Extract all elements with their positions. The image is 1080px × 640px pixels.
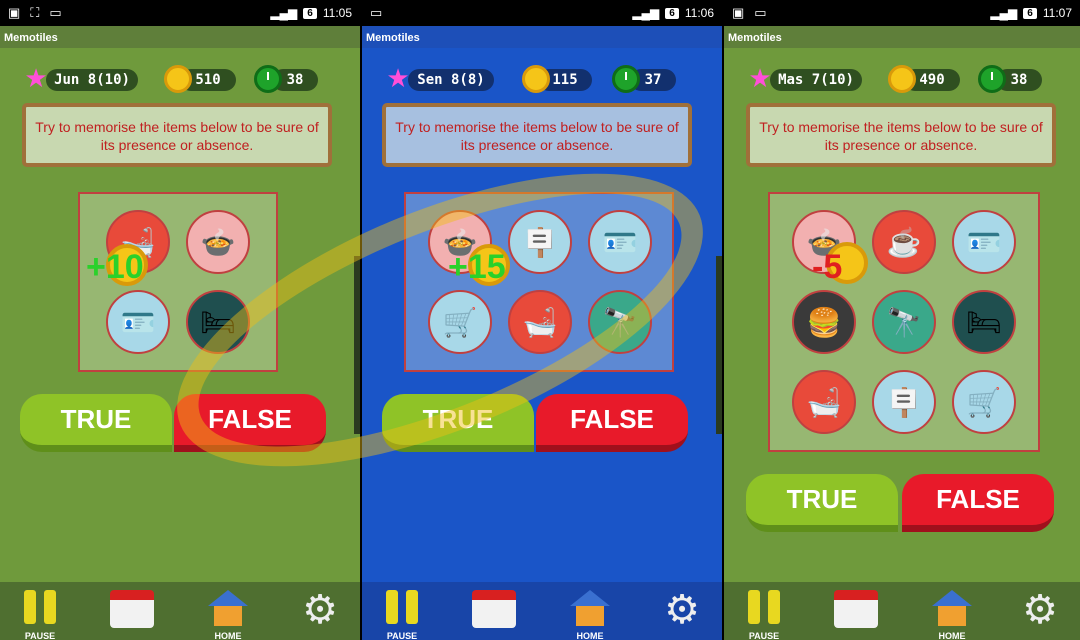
stroller-icon: 🛒 [428,290,492,354]
image-icon: ▣ [8,5,21,20]
status-bar: ▭ ▂▄▆ 6 11:06 [362,0,722,26]
home-button[interactable]: HOME [928,590,976,640]
id-card-icon: 🪪 [952,210,1016,274]
message-icon: ▭ [370,5,383,20]
clock-icon [612,65,640,93]
bathtub-icon: 🛁 [792,370,856,434]
coin-icon [164,65,192,93]
gear-icon: ⚙ [302,588,338,632]
binoculars-icon: 🔭 [588,290,652,354]
clock-icon [254,65,282,93]
signal-icon: ▂▄▆ [270,6,298,20]
signal-icon: ▂▄▆ [632,6,660,20]
message-icon: ▭ [49,5,62,20]
scroll-handle[interactable] [716,256,722,434]
clock-icon [978,65,1006,93]
shop-button[interactable] [470,590,518,636]
clock-text: 11:06 [684,6,714,20]
pause-icon [386,590,418,626]
message-icon: ▭ [754,5,767,20]
stroller-icon: 🛒 [952,370,1016,434]
bottom-nav: PAUSE HOME ⚙ [724,582,1080,640]
status-bar: ▣ ⛶ ▭ ▂▄▆ 6 11:05 [0,0,360,26]
battery-indicator: 6 [1023,7,1037,19]
home-button[interactable]: HOME [566,590,614,640]
image-icon: ▣ [732,5,745,20]
home-icon [570,590,610,626]
level-indicator: Mas 7(10) [770,69,862,91]
id-card-icon: 🪪 [588,210,652,274]
scroll-handle[interactable] [354,256,360,434]
shop-icon [834,590,878,628]
clock-text: 11:05 [322,6,352,20]
shop-icon [110,590,154,628]
pause-icon [24,590,56,626]
signpost-icon: 🪧 [508,210,572,274]
settings-button[interactable]: ⚙ [658,590,706,636]
pause-button[interactable]: PAUSE [378,590,426,640]
app-title: Memotiles [0,26,360,48]
instruction-box: Try to memorise the items below to be su… [746,103,1056,167]
stats-bar: ★ Sen 8(8) 115 37 [384,64,710,94]
cooking-pot-icon: 🍲 [186,210,250,274]
coin-icon [888,65,916,93]
pause-button[interactable]: PAUSE [740,590,788,640]
home-button[interactable]: HOME [204,590,252,640]
false-button[interactable]: FALSE [174,394,326,452]
false-button[interactable]: FALSE [536,394,688,452]
settings-button[interactable]: ⚙ [296,590,344,636]
bottom-nav: PAUSE HOME ⚙ [0,582,360,640]
shop-button[interactable] [108,590,156,636]
gear-icon: ⚙ [664,588,700,632]
app-title: Memotiles [724,26,1080,48]
coffee-machine-icon: ☕ [872,210,936,274]
burger-icon: 🍔 [792,290,856,354]
settings-button[interactable]: ⚙ [1016,590,1064,636]
home-icon [208,590,248,626]
pause-button[interactable]: PAUSE [16,590,64,640]
false-button[interactable]: FALSE [902,474,1054,532]
level-indicator: Sen 8(8) [408,69,494,91]
true-button[interactable]: TRUE [382,394,534,452]
gear-icon: ⚙ [1022,588,1058,632]
stats-bar: ★ Jun 8(10) 510 38 [22,64,348,94]
stats-bar: ★ Mas 7(10) 490 38 [746,64,1068,94]
clock-text: 11:07 [1042,6,1072,20]
coin-icon [522,65,550,93]
screen-panel-3: ▣ ▭ ▂▄▆ 6 11:07 Memotiles ★ Mas 7(10) 490 3… [724,0,1080,640]
pause-icon [748,590,780,626]
instruction-box: Try to memorise the items below to be su… [22,103,332,167]
bed-icon: 🛏 [186,290,250,354]
app-title: Memotiles [362,26,722,48]
shop-icon [472,590,516,628]
bathtub-icon: 🛁 [508,290,572,354]
tile-grid: 🍲 ☕ 🪪 🍔 🔭 🛏 🛁 🪧 🛒 [768,192,1040,452]
true-button[interactable]: TRUE [746,474,898,532]
home-icon [932,590,972,626]
bed-icon: 🛏 [952,290,1016,354]
battery-indicator: 6 [665,7,679,19]
binoculars-icon: 🔭 [872,290,936,354]
shop-button[interactable] [832,590,880,636]
screen-panel-2: ▭ ▂▄▆ 6 11:06 Memotiles ★ Sen 8(8) 115 37 … [362,0,722,640]
signpost-icon: 🪧 [872,370,936,434]
score-bonus: +15 [448,248,506,286]
bottom-nav: PAUSE HOME ⚙ [362,582,722,640]
tile-grid: 🍲 🪧 🪪 🛒 🛁 🔭 [404,192,674,372]
screen-panel-1: ▣ ⛶ ▭ ▂▄▆ 6 11:05 Memotiles ★ Jun 8(10) 510 … [0,0,360,640]
score-penalty: -5 [812,248,843,286]
level-indicator: Jun 8(10) [46,69,138,91]
true-button[interactable]: TRUE [20,394,172,452]
score-bonus: +10 [86,248,144,286]
instruction-box: Try to memorise the items below to be su… [382,103,692,167]
expand-icon: ⛶ [30,5,40,20]
signal-icon: ▂▄▆ [990,6,1018,20]
status-bar: ▣ ▭ ▂▄▆ 6 11:07 [724,0,1080,26]
battery-indicator: 6 [303,7,317,19]
id-card-icon: 🪪 [106,290,170,354]
